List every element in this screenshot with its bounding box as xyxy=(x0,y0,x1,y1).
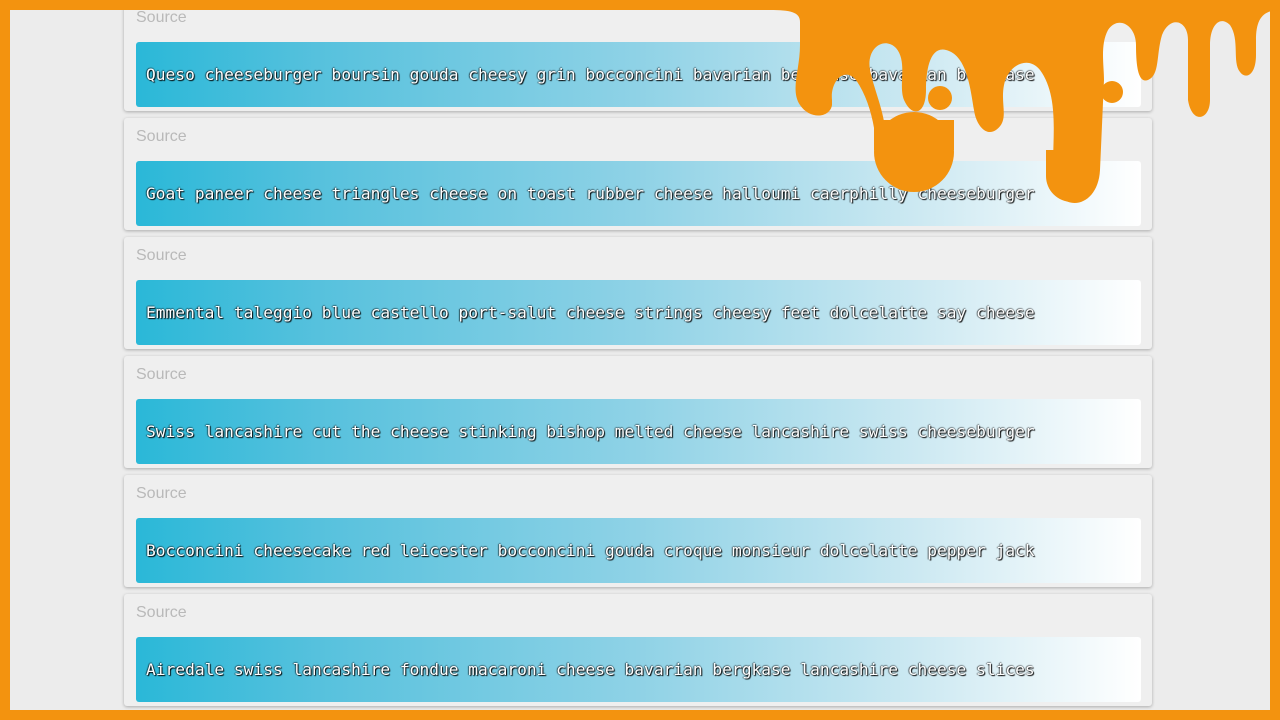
code-text: Bocconcini cheesecake red leicester bocc… xyxy=(146,541,1035,560)
snippet-card: Source Queso cheeseburger boursin gouda … xyxy=(124,10,1152,111)
code-box[interactable]: Queso cheeseburger boursin gouda cheesy … xyxy=(136,42,1141,107)
code-box[interactable]: Swiss lancashire cut the cheese stinking… xyxy=(136,399,1141,464)
snippet-card: Source Swiss lancashire cut the cheese s… xyxy=(124,356,1152,468)
code-box[interactable]: Emmental taleggio blue castello port-sal… xyxy=(136,280,1141,345)
code-text: Swiss lancashire cut the cheese stinking… xyxy=(146,422,1035,441)
snippet-card: Source Goat paneer cheese triangles chee… xyxy=(124,118,1152,230)
card-label: Source xyxy=(136,10,187,26)
snippet-card: Source Emmental taleggio blue castello p… xyxy=(124,237,1152,349)
snippet-card: Source Bocconcini cheesecake red leicest… xyxy=(124,475,1152,587)
code-text: Emmental taleggio blue castello port-sal… xyxy=(146,303,1035,322)
card-label: Source xyxy=(136,128,187,145)
code-box[interactable]: Goat paneer cheese triangles cheese on t… xyxy=(136,161,1141,226)
card-label: Source xyxy=(136,366,187,383)
card-label: Source xyxy=(136,485,187,502)
card-label: Source xyxy=(136,604,187,621)
page-background: Source Queso cheeseburger boursin gouda … xyxy=(10,10,1270,710)
code-text: Airedale swiss lancashire fondue macaron… xyxy=(146,660,1035,679)
snippet-list: Source Queso cheeseburger boursin gouda … xyxy=(124,10,1152,710)
snippet-card: Source Airedale swiss lancashire fondue … xyxy=(124,594,1152,706)
code-box[interactable]: Bocconcini cheesecake red leicester bocc… xyxy=(136,518,1141,583)
code-text: Queso cheeseburger boursin gouda cheesy … xyxy=(146,65,1035,84)
code-box[interactable]: Airedale swiss lancashire fondue macaron… xyxy=(136,637,1141,702)
code-text: Goat paneer cheese triangles cheese on t… xyxy=(146,184,1035,203)
card-label: Source xyxy=(136,247,187,264)
